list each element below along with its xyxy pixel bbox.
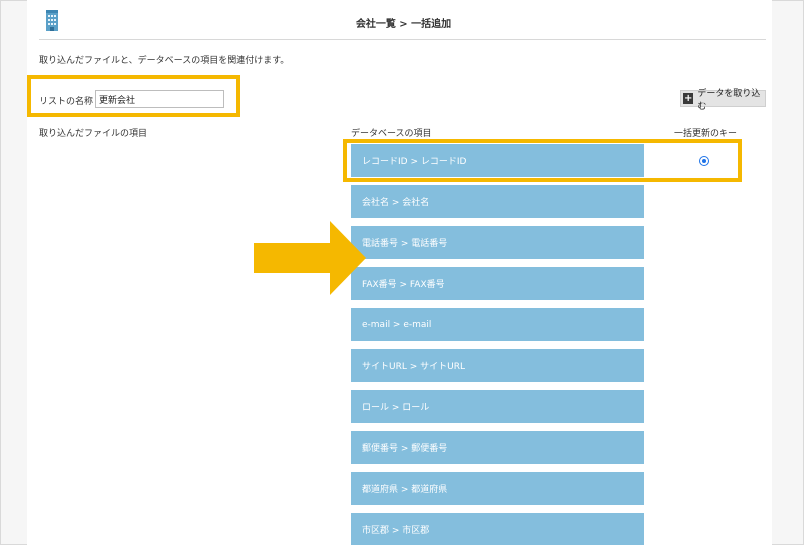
db-field-city[interactable]: 市区郡 > 市区郡 (351, 513, 644, 545)
import-data-button[interactable]: + データを取り込む (680, 89, 766, 112)
highlight-record-id-row (343, 139, 742, 182)
instruction-text: 取り込んだファイルと、データベースの項目を関連付けます。 (39, 56, 290, 66)
db-field-site-url[interactable]: サイトURL > サイトURL (351, 349, 644, 382)
arrow-right-icon (254, 221, 366, 295)
highlight-list-name (27, 75, 240, 117)
page-title: 会社一覧 > 一括追加 (355, 19, 452, 30)
db-field-role[interactable]: ロール > ロール (351, 390, 644, 423)
db-field-phone[interactable]: 電話番号 > 電話番号 (351, 226, 644, 259)
column-header-file-items: 取り込んだファイルの項目 (39, 129, 148, 139)
db-field-prefecture[interactable]: 都道府県 > 都道府県 (351, 472, 644, 505)
db-field-company-name[interactable]: 会社名 > 会社名 (351, 185, 644, 218)
db-field-email[interactable]: e-mail > e-mail (351, 308, 644, 341)
db-field-postal-code[interactable]: 郵便番号 > 郵便番号 (351, 431, 644, 464)
plus-icon: + (683, 93, 694, 104)
page-header: 会社一覧 > 一括追加 (39, 0, 766, 40)
column-header-update-key: 一括更新のキー (674, 129, 738, 139)
import-data-label: データを取り込む (697, 88, 761, 112)
db-field-fax[interactable]: FAX番号 > FAX番号 (351, 267, 644, 300)
column-header-db-items: データベースの項目 (351, 129, 432, 139)
